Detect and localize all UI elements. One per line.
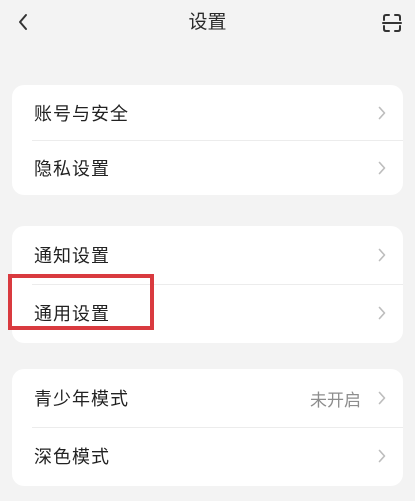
settings-row-privacy[interactable]: 隐私设置 [12,140,403,195]
settings-row-general[interactable]: 通用设置 [12,284,403,342]
back-button[interactable] [10,8,36,36]
chevron-right-icon [377,247,387,263]
chevron-right-icon [377,160,387,176]
settings-row-dark-mode[interactable]: 深色模式 [12,427,403,485]
row-label: 通知设置 [34,246,110,267]
general-settings-group: 通知设置 通用设置 [12,226,403,343]
teen-mode-status: 未开启 [310,390,361,411]
settings-row-teen-mode[interactable]: 青少年模式 未开启 [12,369,403,427]
display-settings-group: 青少年模式 未开启 深色模式 [12,369,403,486]
chevron-left-icon [19,14,27,30]
chevron-right-icon [377,390,387,406]
chevron-right-icon [377,105,387,121]
row-label: 通用设置 [34,304,110,325]
scan-icon [382,14,402,32]
chevron-right-icon [377,448,387,464]
account-settings-group: 账号与安全 隐私设置 [12,85,403,195]
row-label: 账号与安全 [34,103,129,125]
row-label: 青少年模式 [34,389,129,410]
page-title: 设置 [188,11,227,33]
top-bar: 设置 [0,0,415,46]
scan-button[interactable] [377,8,407,38]
chevron-right-icon [377,305,387,321]
row-label: 深色模式 [34,447,110,468]
settings-row-account-security[interactable]: 账号与安全 [12,85,403,140]
settings-row-notifications[interactable]: 通知设置 [12,226,403,284]
row-label: 隐私设置 [34,158,110,180]
